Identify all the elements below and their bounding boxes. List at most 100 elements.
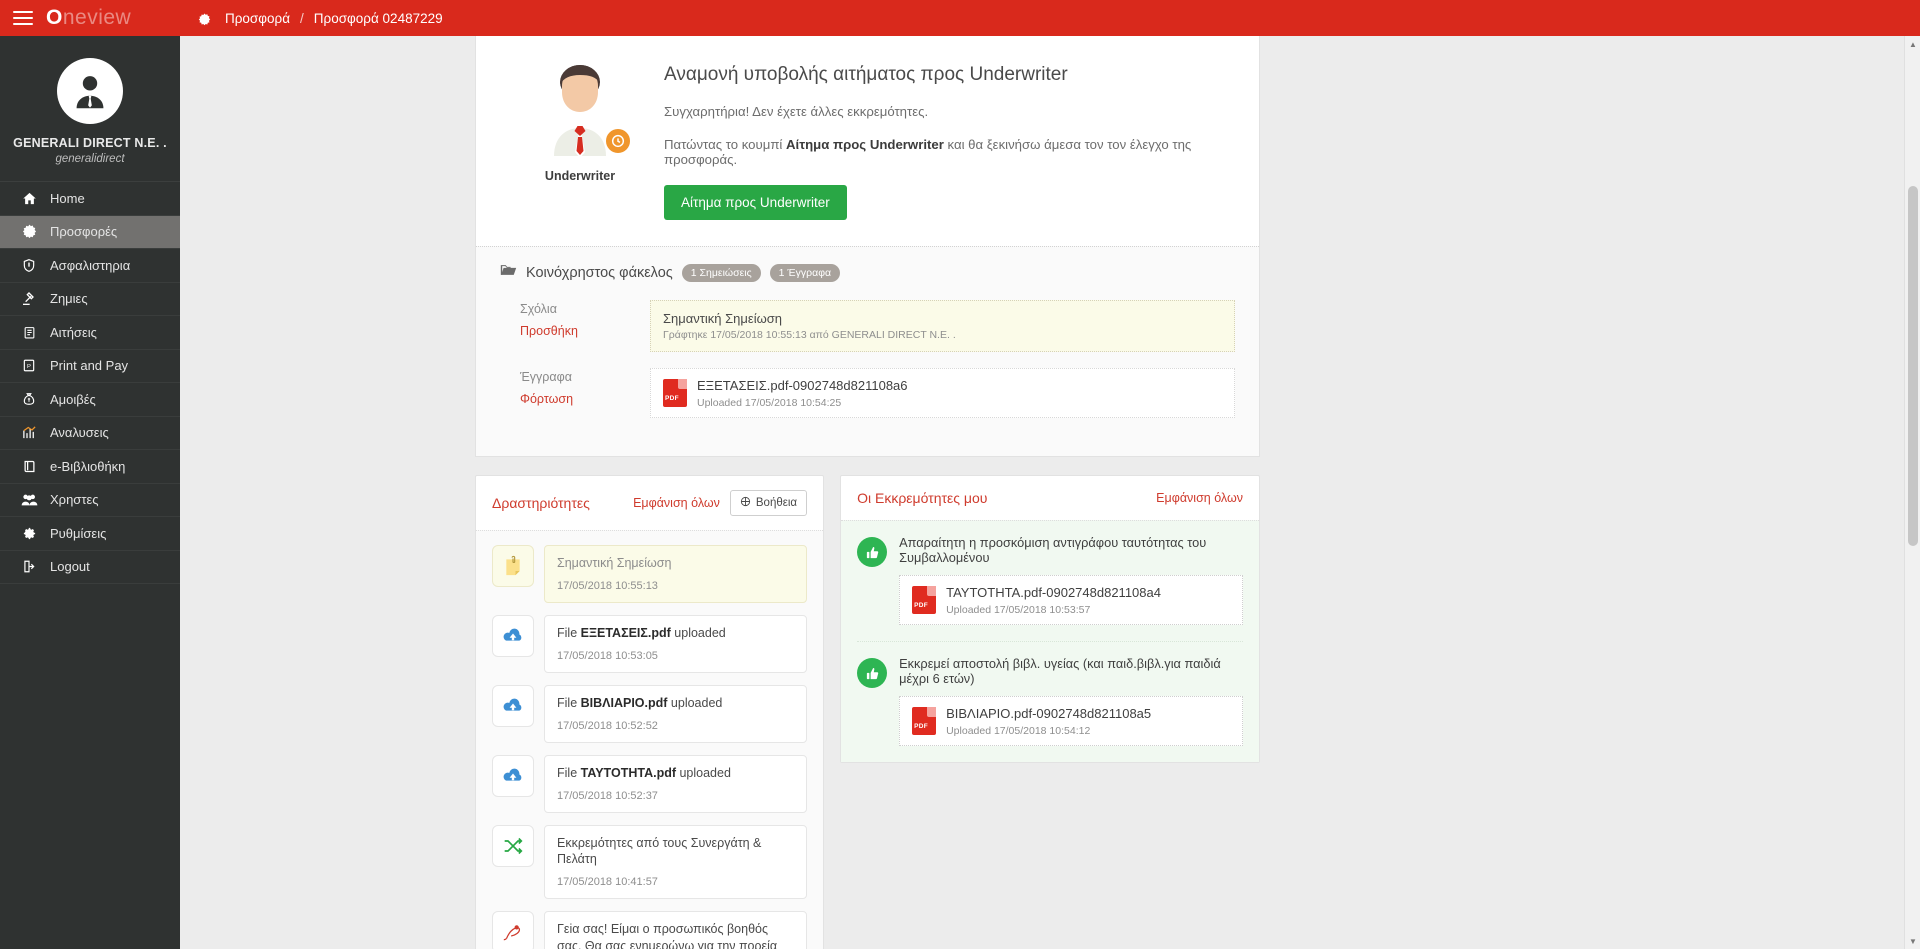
profile-username: generalidirect bbox=[10, 153, 170, 165]
shared-folder-title: Κοινόχρηστος φάκελος bbox=[526, 265, 673, 281]
sidebar-item-label: Print and Pay bbox=[50, 358, 128, 373]
activity-time: 17/05/2018 10:52:52 bbox=[557, 720, 794, 732]
pendings-list: Απαραίτητη η προσκόμιση αντιγράφου ταυτό… bbox=[841, 520, 1259, 762]
hero-paragraph-1: Συγχαρητήρια! Δεν έχετε άλλες εκκρεμότητ… bbox=[664, 104, 1235, 119]
sidebar-item-label: Home bbox=[50, 191, 85, 206]
pending-text: Απαραίτητη η προσκόμιση αντιγράφου ταυτό… bbox=[899, 535, 1243, 565]
sidebar-item-label: Ασφαλιστηρια bbox=[50, 258, 130, 273]
svg-text:P: P bbox=[27, 364, 31, 370]
logo-first-letter: O bbox=[46, 6, 63, 30]
add-comment-link[interactable]: Προσθήκη bbox=[520, 324, 650, 338]
comments-label: Σχόλια bbox=[520, 302, 650, 316]
sidebar-item-amoives[interactable]: Αμοιβές bbox=[0, 383, 180, 417]
sidebar-item-xristes[interactable]: Χρηστες bbox=[0, 484, 180, 518]
pending-document[interactable]: PDF ΤΑΥΤΟΤΗΤΑ.pdf-0902748d821108a4 Uploa… bbox=[899, 575, 1243, 625]
activity-bubble: Σημαντική Σημείωση 17/05/2018 10:55:13 bbox=[544, 545, 807, 603]
offer-gear-icon bbox=[198, 13, 211, 26]
activity-prefix: File bbox=[557, 626, 581, 640]
assistant-icon bbox=[492, 911, 534, 949]
activity-bubble: File ΕΞΕΤΑΣΕΙΣ.pdf uploaded 17/05/2018 1… bbox=[544, 615, 807, 673]
comments-row: Σχόλια Προσθήκη Σημαντική Σημείωση Γράφτ… bbox=[500, 300, 1235, 352]
underwriter-card: Underwriter Αναμονή υποβολής αιτήματος π… bbox=[475, 36, 1260, 457]
notes-count-badge: 1 Σημειώσεις bbox=[682, 264, 761, 282]
pending-document-name: ΤΑΥΤΟΤΗΤΑ.pdf-0902748d821108a4 bbox=[946, 585, 1161, 600]
pending-document[interactable]: PDF ΒΙΒΛΙΑΡΙΟ.pdf-0902748d821108a5 Uploa… bbox=[899, 696, 1243, 746]
activity-time: 17/05/2018 10:53:05 bbox=[557, 650, 794, 662]
sidebar-item-aitiseis[interactable]: Αιτήσεις bbox=[0, 316, 180, 350]
pending-document-name: ΒΙΒΛΙΑΡΙΟ.pdf-0902748d821108a5 bbox=[946, 706, 1151, 721]
activity-bubble: Εκκρεμότητες από τους Συνεργάτη & Πελάτη… bbox=[544, 825, 807, 900]
comments-labels: Σχόλια Προσθήκη bbox=[500, 300, 650, 352]
hamburger-icon[interactable] bbox=[0, 0, 46, 36]
activity-suffix: uploaded bbox=[676, 766, 731, 780]
activities-list: Σημαντική Σημείωση 17/05/2018 10:55:13 F… bbox=[476, 530, 823, 949]
list-item[interactable]: Εκκρεμότητες από τους Συνεργάτη & Πελάτη… bbox=[492, 825, 807, 900]
book-icon bbox=[18, 459, 40, 474]
activities-show-all-link[interactable]: Εμφάνιση όλων bbox=[633, 496, 720, 510]
underwriter-hero: Underwriter Αναμονή υποβολής αιτήματος π… bbox=[476, 36, 1259, 246]
list-item[interactable]: File ΤΑΥΤΟΤΗΤΑ.pdf uploaded 17/05/2018 1… bbox=[492, 755, 807, 813]
gavel-icon bbox=[18, 291, 40, 307]
pending-content: Απαραίτητη η προσκόμιση αντιγράφου ταυτό… bbox=[899, 535, 1243, 625]
activity-bubble: File ΒΙΒΛΙΑΡΙΟ.pdf uploaded 17/05/2018 1… bbox=[544, 685, 807, 743]
scrollbar-thumb[interactable] bbox=[1908, 186, 1918, 546]
help-target-icon bbox=[740, 496, 751, 510]
activity-prefix: File bbox=[557, 696, 581, 710]
list-item[interactable]: Σημαντική Σημείωση 17/05/2018 10:55:13 bbox=[492, 545, 807, 603]
list-item[interactable]: Εκκρεμεί αποστολή βιβλ. υγείας (και παιδ… bbox=[857, 641, 1243, 762]
content-column: Underwriter Αναμονή υποβολής αιτήματος π… bbox=[475, 36, 1260, 949]
sidebar-item-zimies[interactable]: Ζημιες bbox=[0, 283, 180, 317]
scroll-down-arrow-icon[interactable]: ▼ bbox=[1905, 933, 1920, 949]
list-item[interactable]: Γεiα σας! Είμαι ο προσωπικός βοηθός σας.… bbox=[492, 911, 807, 949]
document-item[interactable]: PDF ΕΞΕΤΑΣΕΙΣ.pdf-0902748d821108a6 Uploa… bbox=[650, 368, 1235, 418]
request-underwriter-button[interactable]: Αίτημα προς Underwriter bbox=[664, 185, 847, 220]
activity-text: Σημαντική Σημείωση bbox=[557, 555, 794, 572]
help-button[interactable]: Βοήθεια bbox=[730, 490, 807, 516]
activity-suffix: uploaded bbox=[671, 626, 726, 640]
sidebar-item-asfalistiria[interactable]: Ασφαλιστηρια bbox=[0, 249, 180, 283]
pending-content: Εκκρεμεί αποστολή βιβλ. υγείας (και παιδ… bbox=[899, 656, 1243, 746]
printpay-icon: P bbox=[18, 358, 40, 373]
sticky-note-icon bbox=[492, 545, 534, 587]
sidebar-item-label: Logout bbox=[50, 559, 90, 574]
scroll-up-arrow-icon[interactable]: ▲ bbox=[1905, 36, 1920, 52]
sidebar-item-print-and-pay[interactable]: P Print and Pay bbox=[0, 350, 180, 384]
activity-time: 17/05/2018 10:55:13 bbox=[557, 580, 794, 592]
shuffle-icon bbox=[492, 825, 534, 867]
shared-folder-header: Κοινόχρηστος φάκελος 1 Σημειώσεις 1 Έγγρ… bbox=[500, 263, 1235, 282]
list-item[interactable]: Απαραίτητη η προσκόμιση αντιγράφου ταυτό… bbox=[857, 521, 1243, 641]
top-bar: O neview Προσφορά / Προσφορά 02487229 bbox=[0, 0, 1920, 36]
activities-title: Δραστηριότητες bbox=[492, 495, 623, 511]
note-title: Σημαντική Σημείωση bbox=[663, 311, 1222, 326]
upload-document-link[interactable]: Φόρτωση bbox=[520, 392, 650, 406]
page-scrollbar[interactable]: ▲ ▼ bbox=[1904, 36, 1920, 949]
pending-document-meta: Uploaded 17/05/2018 10:54:12 bbox=[946, 725, 1151, 737]
sidebar: GENERALI DIRECT N.E. . generalidirect Ho… bbox=[0, 36, 180, 949]
list-item[interactable]: File ΒΙΒΛΙΑΡΙΟ.pdf uploaded 17/05/2018 1… bbox=[492, 685, 807, 743]
sidebar-item-e-vivliothiki[interactable]: e-Βιβλιοθήκη bbox=[0, 450, 180, 484]
pendings-show-all-link[interactable]: Εμφάνιση όλων bbox=[1156, 491, 1243, 505]
sidebar-item-rithmiseis[interactable]: Ρυθμίσεις bbox=[0, 517, 180, 551]
sidebar-item-label: Αναλυσεις bbox=[50, 425, 109, 440]
documents-count-badge: 1 Έγγραφα bbox=[770, 264, 840, 282]
activity-text: File ΤΑΥΤΟΤΗΤΑ.pdf uploaded bbox=[557, 765, 794, 782]
pdf-file-icon: PDF bbox=[912, 586, 936, 614]
profile-name: GENERALI DIRECT N.E. . bbox=[10, 136, 170, 150]
cloud-upload-icon bbox=[492, 615, 534, 657]
sidebar-item-label: Αμοιβές bbox=[50, 392, 96, 407]
activities-header: Δραστηριότητες Εμφάνιση όλων Βοήθεια bbox=[476, 476, 823, 530]
sidebar-item-logout[interactable]: Logout bbox=[0, 551, 180, 585]
list-item[interactable]: File ΕΞΕΤΑΣΕΙΣ.pdf uploaded 17/05/2018 1… bbox=[492, 615, 807, 673]
sidebar-item-label: Προσφορές bbox=[50, 224, 117, 239]
app-logo[interactable]: O neview bbox=[46, 0, 180, 36]
activities-panel: Δραστηριότητες Εμφάνιση όλων Βοήθεια bbox=[475, 475, 824, 949]
comment-note[interactable]: Σημαντική Σημείωση Γράφτηκε 17/05/2018 1… bbox=[650, 300, 1235, 352]
cloud-upload-icon bbox=[492, 685, 534, 727]
sidebar-item-prosfores[interactable]: Προσφορές bbox=[0, 216, 180, 250]
gear-sun-icon bbox=[18, 224, 40, 239]
breadcrumb-current[interactable]: Προσφορά 02487229 bbox=[314, 11, 443, 26]
sidebar-item-label: Χρηστες bbox=[50, 492, 99, 507]
sidebar-item-home[interactable]: Home bbox=[0, 182, 180, 216]
sidebar-item-analyseis[interactable]: Αναλυσεις bbox=[0, 417, 180, 451]
breadcrumb-root[interactable]: Προσφορά bbox=[225, 11, 290, 26]
